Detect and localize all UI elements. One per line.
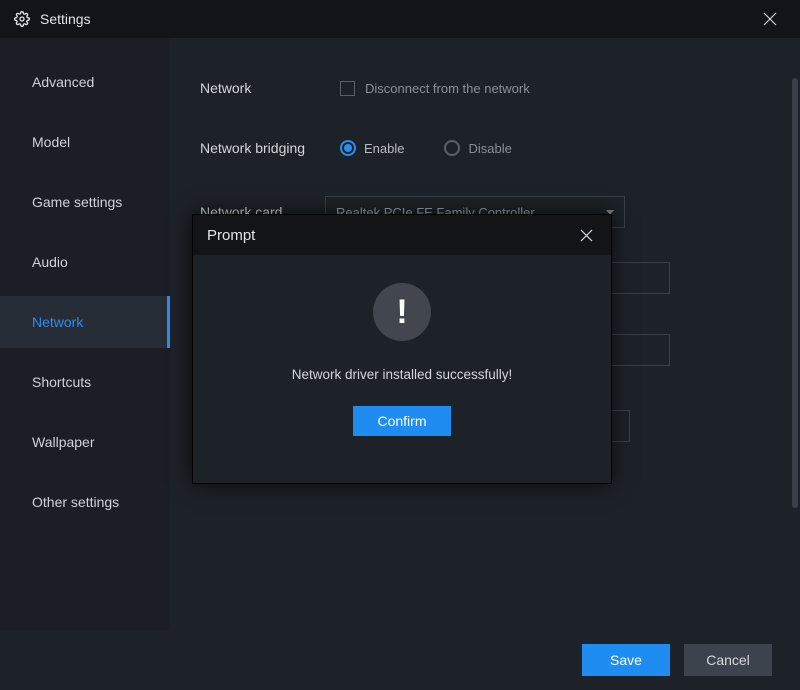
dialog-body: ! Network driver installed successfully!… — [193, 255, 611, 436]
bridging-disable-option[interactable]: Disable — [444, 140, 511, 156]
close-button[interactable] — [750, 0, 790, 38]
close-icon — [580, 229, 593, 242]
sidebar: Advanced Model Game settings Audio Netwo… — [0, 38, 170, 630]
sidebar-item-audio[interactable]: Audio — [0, 236, 170, 288]
sidebar-item-label: Wallpaper — [32, 434, 95, 450]
exclamation-icon: ! — [373, 283, 431, 341]
sidebar-item-label: Other settings — [32, 494, 119, 510]
sidebar-item-advanced[interactable]: Advanced — [0, 56, 170, 108]
gear-icon — [14, 11, 30, 27]
bridging-radio-group: Enable Disable — [340, 140, 552, 156]
sidebar-item-label: Network — [32, 314, 83, 330]
radio-label: Disable — [468, 141, 511, 156]
sidebar-item-model[interactable]: Model — [0, 116, 170, 168]
bridging-label: Network bridging — [200, 140, 340, 156]
sidebar-item-label: Model — [32, 134, 70, 150]
save-button[interactable]: Save — [582, 644, 670, 676]
cancel-button[interactable]: Cancel — [684, 644, 772, 676]
dialog-close-button[interactable] — [569, 215, 603, 255]
titlebar: Settings — [0, 0, 800, 38]
scrollbar[interactable] — [792, 78, 798, 508]
button-label: Save — [610, 652, 642, 668]
sidebar-item-other-settings[interactable]: Other settings — [0, 476, 170, 528]
close-icon — [763, 12, 777, 26]
dialog-title: Prompt — [207, 227, 255, 244]
sidebar-item-label: Game settings — [32, 194, 122, 210]
prompt-dialog: Prompt ! Network driver installed succes… — [192, 214, 612, 484]
dialog-message: Network driver installed successfully! — [292, 367, 513, 382]
sidebar-item-label: Shortcuts — [32, 374, 91, 390]
sidebar-item-wallpaper[interactable]: Wallpaper — [0, 416, 170, 468]
radio-label: Enable — [364, 141, 404, 156]
window-title: Settings — [40, 11, 91, 27]
sidebar-item-label: Audio — [32, 254, 68, 270]
button-label: Cancel — [706, 652, 750, 668]
confirm-button[interactable]: Confirm — [353, 406, 451, 436]
sidebar-item-game-settings[interactable]: Game settings — [0, 176, 170, 228]
radio-icon — [340, 140, 356, 156]
disconnect-checkbox-label: Disconnect from the network — [365, 81, 530, 96]
network-row: Network Disconnect from the network — [200, 58, 770, 118]
bridging-enable-option[interactable]: Enable — [340, 140, 404, 156]
disconnect-checkbox[interactable] — [340, 81, 355, 96]
settings-window: Settings Advanced Model Game settings Au… — [0, 0, 800, 690]
network-label: Network — [200, 80, 340, 96]
button-label: Confirm — [377, 413, 426, 429]
sidebar-item-shortcuts[interactable]: Shortcuts — [0, 356, 170, 408]
footer: Save Cancel — [0, 630, 800, 690]
sidebar-item-label: Advanced — [32, 74, 94, 90]
bridging-row: Network bridging Enable Disable — [200, 118, 770, 178]
dialog-header: Prompt — [193, 215, 611, 255]
sidebar-item-network[interactable]: Network — [0, 296, 170, 348]
radio-icon — [444, 140, 460, 156]
